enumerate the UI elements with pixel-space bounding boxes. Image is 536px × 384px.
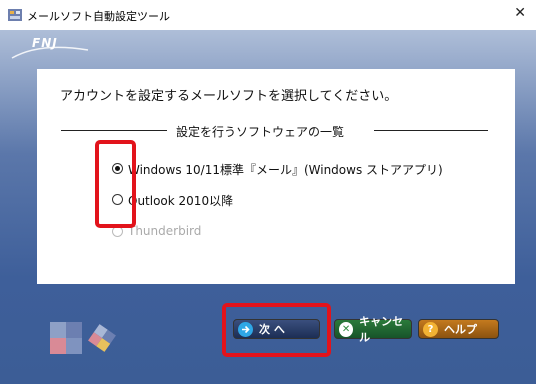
instruction-heading: アカウントを設定するメールソフトを選択してください。: [60, 89, 398, 104]
decorative-tiles-icon: [50, 322, 116, 354]
cancel-button-label: キャンセル: [359, 315, 404, 344]
close-icon: ✕: [339, 321, 354, 337]
question-icon: ?: [423, 321, 438, 337]
app-icon: [8, 9, 22, 21]
cancel-button[interactable]: ✕ キャンセル: [334, 315, 412, 344]
brand-logo: FNJ: [32, 36, 58, 50]
title-bar: メールソフト自動設定ツール ✕: [0, 0, 536, 30]
window-title: メールソフト自動設定ツール: [27, 10, 170, 23]
highlight-box-radios: [95, 140, 136, 228]
help-button[interactable]: ? ヘルプ: [418, 319, 499, 339]
next-button[interactable]: 次 へ: [233, 319, 320, 339]
close-icon[interactable]: ✕: [514, 5, 526, 21]
option-label-thunderbird: Thunderbird: [128, 224, 202, 238]
option-label-windows-mail[interactable]: Windows 10/11標準『メール』(Windows ストアアプリ): [128, 161, 443, 178]
section-divider-right: [374, 130, 488, 131]
arrow-right-icon: [238, 321, 253, 337]
help-button-label: ヘルプ: [444, 323, 477, 336]
section-title: 設定を行うソフトウェアの一覧: [176, 125, 345, 139]
section-divider-left: [61, 130, 167, 131]
option-label-outlook[interactable]: Outlook 2010以降: [128, 192, 233, 209]
next-button-label: 次 へ: [259, 323, 285, 336]
